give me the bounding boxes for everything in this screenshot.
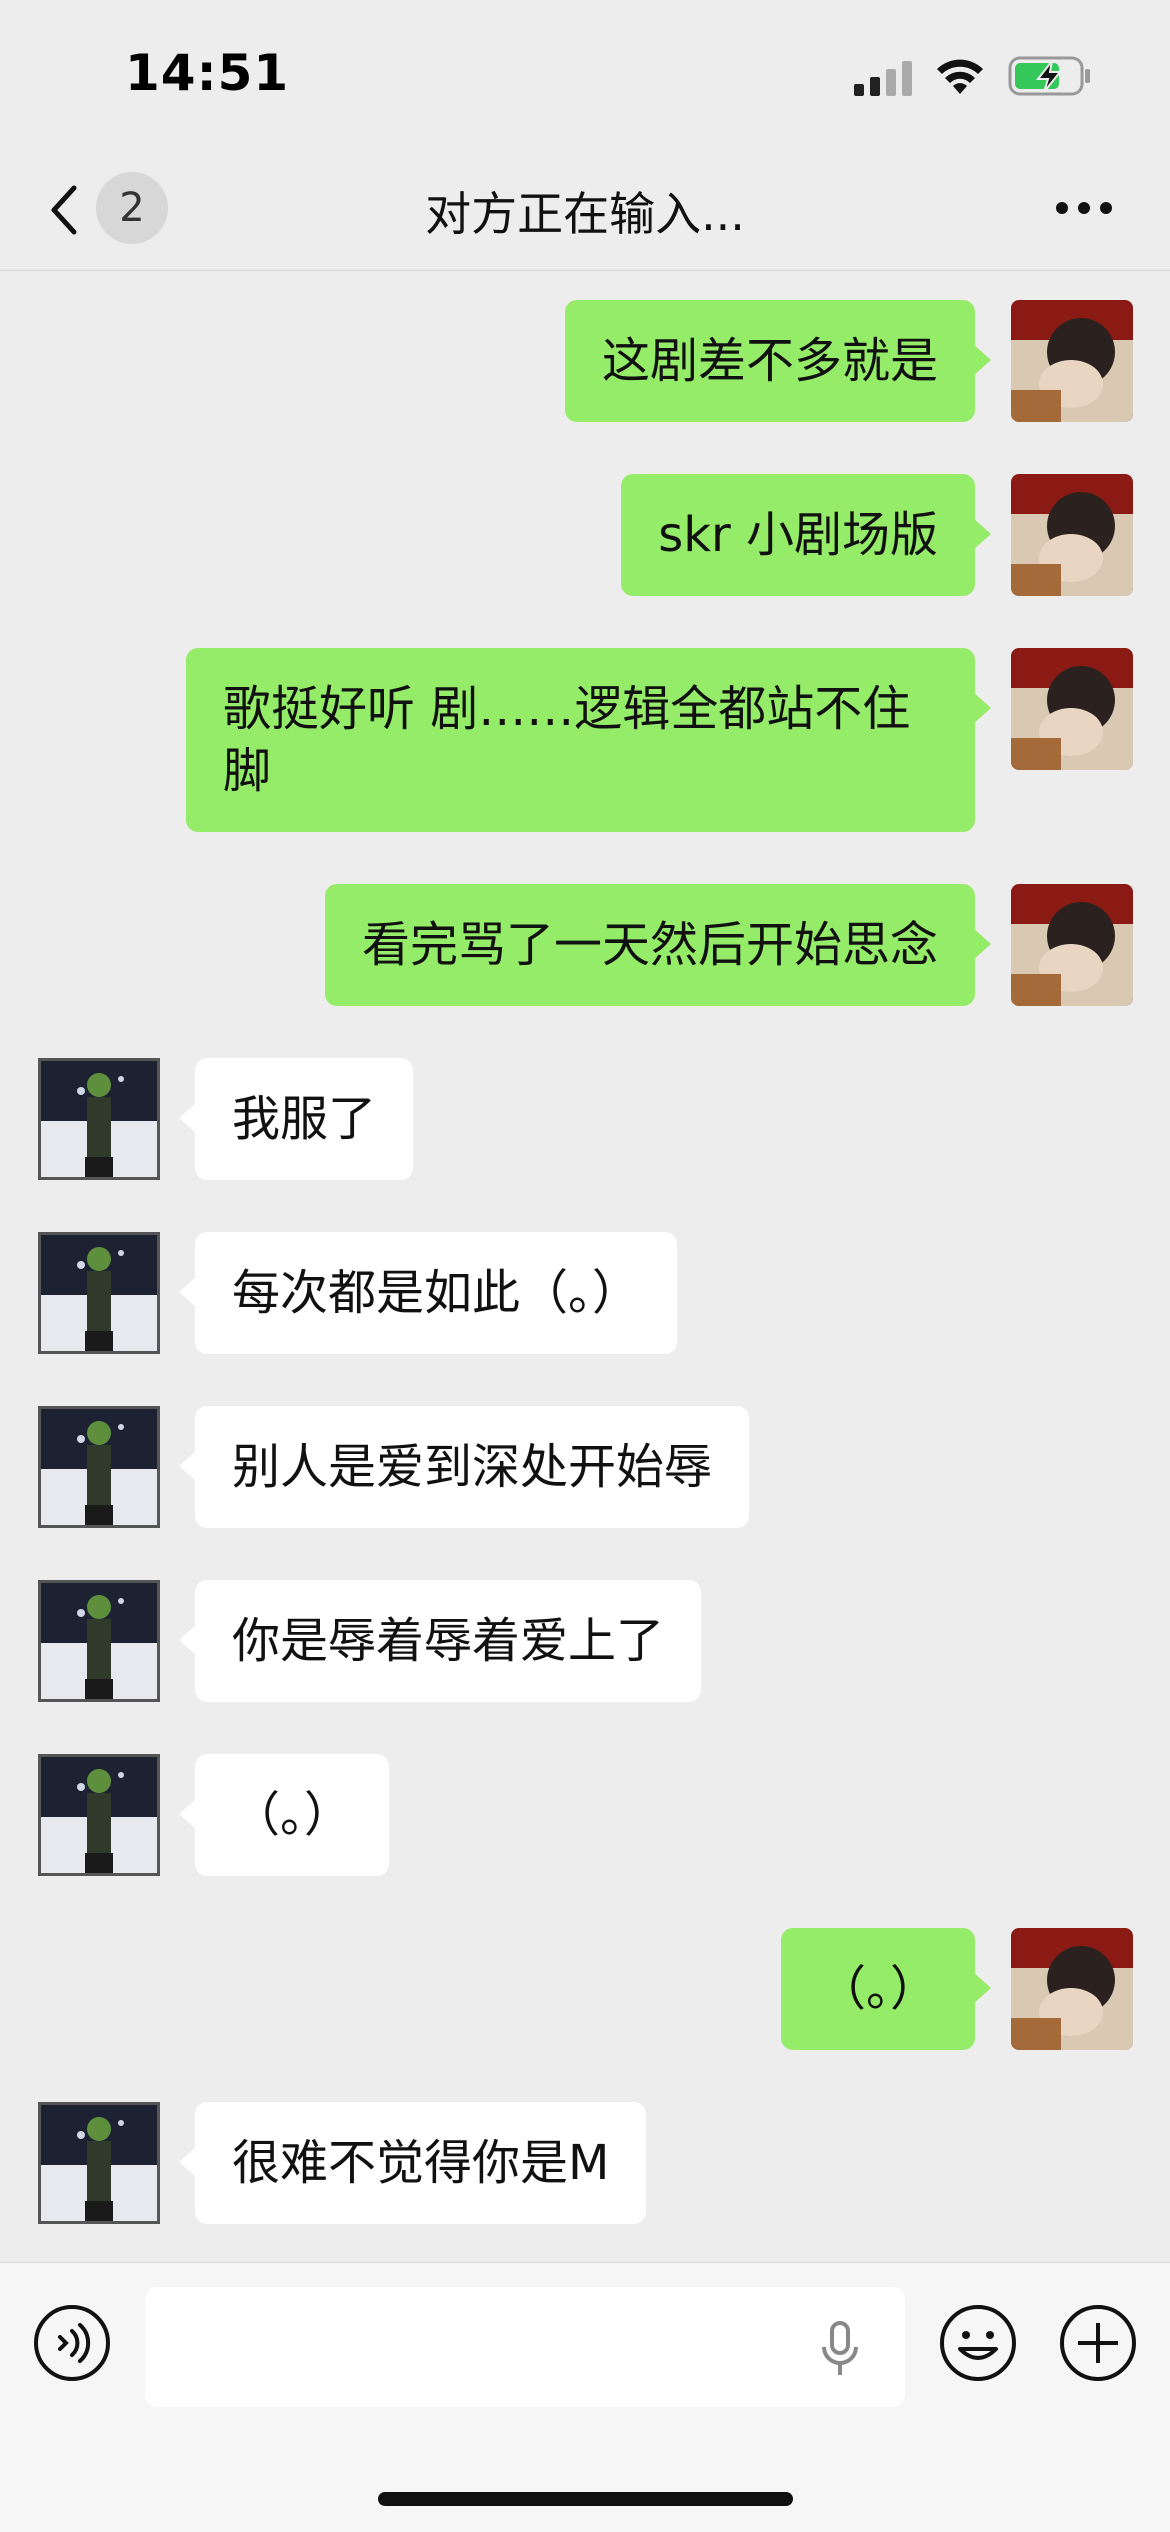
self-avatar[interactable]	[1011, 884, 1133, 1006]
self-avatar[interactable]	[1011, 648, 1133, 770]
message-bubble-other[interactable]: 我服了	[178, 1058, 414, 1180]
battery-icon	[1008, 56, 1090, 96]
mic-icon[interactable]	[820, 2319, 860, 2379]
message-bubble-self[interactable]: 歌挺好听 剧……逻辑全都站不住脚	[186, 648, 991, 832]
message-bubble-self[interactable]: （。）	[780, 1928, 992, 2050]
emoji-icon[interactable]	[938, 2303, 1018, 2383]
message-bubble-other[interactable]: 别人是爱到深处开始辱	[178, 1406, 750, 1528]
more-dots-icon[interactable]	[1054, 200, 1114, 216]
home-indicator[interactable]	[378, 2492, 793, 2506]
self-avatar[interactable]	[1011, 1928, 1133, 2050]
message-bubble-other[interactable]: （。）	[178, 1754, 390, 1876]
self-avatar[interactable]	[1011, 474, 1133, 596]
message-bubble-other[interactable]: 你是辱着辱着爱上了	[178, 1580, 702, 1702]
message-bubble-other[interactable]: 每次都是如此（。）	[178, 1232, 678, 1354]
voice-icon[interactable]	[32, 2303, 112, 2383]
message-bubble-self[interactable]: skr 小剧场版	[621, 474, 991, 596]
self-avatar[interactable]	[1011, 300, 1133, 422]
status-bar: 14:51	[0, 0, 1170, 150]
message-bubble-other[interactable]: 很难不觉得你是M	[178, 2102, 647, 2224]
contact-avatar[interactable]	[38, 1406, 160, 1528]
chat-title: 对方正在输入...	[425, 187, 745, 241]
chat-header: 2 对方正在输入...	[0, 150, 1170, 271]
chat-screen: 14:51 2 对方正在输入... 这剧差不多就是 skr 小剧场版 歌挺好听 …	[0, 0, 1170, 2532]
status-time: 14:51	[125, 44, 290, 102]
plus-icon[interactable]	[1058, 2303, 1138, 2383]
contact-avatar[interactable]	[38, 1232, 160, 1354]
message-input[interactable]	[145, 2287, 905, 2407]
contact-avatar[interactable]	[38, 1754, 160, 1876]
message-bubble-self[interactable]: 这剧差不多就是	[564, 300, 992, 422]
contact-avatar[interactable]	[38, 1058, 160, 1180]
contact-avatar[interactable]	[38, 1580, 160, 1702]
message-bubble-self[interactable]: 看完骂了一天然后开始思念	[324, 884, 992, 1006]
cellular-signal-icon	[854, 61, 912, 96]
contact-avatar[interactable]	[38, 2102, 160, 2224]
wifi-icon	[937, 59, 983, 94]
